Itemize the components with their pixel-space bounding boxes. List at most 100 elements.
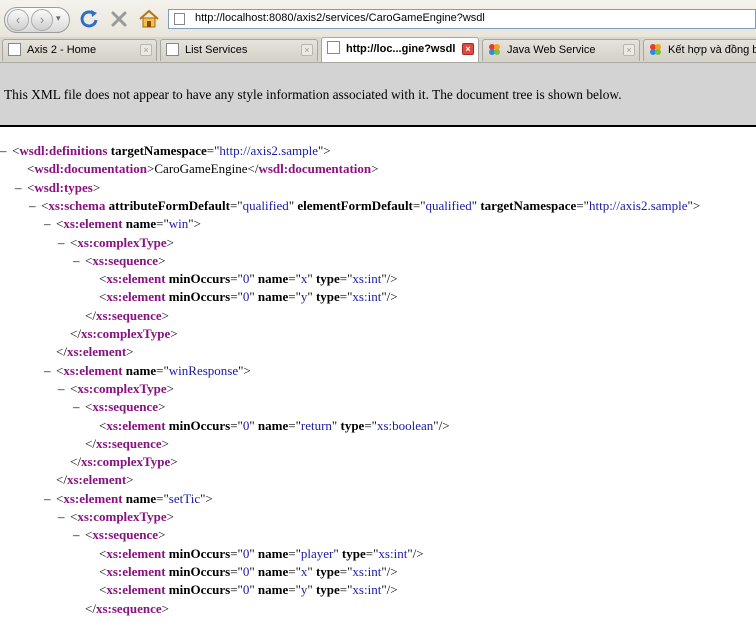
xml-tag-name: xs:complexType	[77, 235, 167, 250]
collapse-toggle[interactable]: –	[73, 398, 85, 416]
xml-punct: >	[161, 308, 170, 323]
xml-tag-name: xs:complexType	[77, 381, 167, 396]
stop-button[interactable]	[108, 8, 130, 30]
collapse-toggle[interactable]: –	[44, 490, 56, 508]
xml-attr-name: minOccurs	[168, 564, 231, 579]
xml-attr-value: xs:int	[352, 564, 382, 579]
xml-line: <xs:element minOccurs="0" name="return" …	[87, 417, 450, 435]
xml-tag-name: wsdl:types	[34, 180, 93, 195]
back-button[interactable]: ‹	[7, 9, 29, 31]
xml-attr-name: name	[125, 491, 157, 506]
close-tab-icon[interactable]: ×	[301, 44, 313, 56]
xml-punct: ="	[156, 491, 169, 506]
xml-attr-name: type	[315, 582, 340, 597]
xml-line: – <xs:complexType>	[58, 508, 174, 526]
collapse-toggle[interactable]: –	[73, 526, 85, 544]
tab-axis2-home[interactable]: Axis 2 - Home ×	[2, 39, 157, 61]
tab-label: List Services	[185, 44, 248, 56]
close-tab-icon[interactable]: ×	[140, 44, 152, 56]
xml-punct: ="	[230, 546, 243, 561]
xml-punct: ="	[412, 198, 426, 213]
xml-attr-value: return	[300, 418, 332, 433]
xml-punct: "	[249, 418, 258, 433]
back-forward-group: ‹ › ▾	[4, 7, 70, 33]
xml-line: <xs:element minOccurs="0" name="y" type=…	[87, 288, 398, 306]
xml-attr-value: xs:int	[378, 546, 408, 561]
xml-attr-value: xs:int	[352, 289, 382, 304]
forward-button[interactable]: ›	[31, 9, 53, 31]
xml-punct: ">	[238, 363, 251, 378]
url-text[interactable]: http://localhost:8080/axis2/services/Car…	[195, 12, 485, 24]
xml-line: – <xs:schema attributeFormDefault="qualif…	[29, 197, 700, 215]
collapse-toggle[interactable]: –	[58, 380, 70, 398]
xml-attr-name: minOccurs	[168, 271, 231, 286]
xml-attr-value: xs:int	[352, 582, 382, 597]
xml-attr-name: targetNamespace	[480, 198, 577, 213]
xml-line: <xs:element minOccurs="0" name="x" type=…	[87, 563, 398, 581]
collapse-toggle[interactable]: –	[58, 508, 70, 526]
xml-attr-name: type	[341, 546, 366, 561]
xml-punct: ="	[156, 363, 169, 378]
xml-attr-name: name	[257, 564, 289, 579]
collapse-toggle[interactable]: –	[73, 252, 85, 270]
xml-punct: "	[249, 582, 258, 597]
history-dropdown-button[interactable]: ▾	[56, 13, 61, 24]
tab-list-services[interactable]: List Services ×	[160, 39, 318, 61]
xml-punct: ="	[339, 582, 353, 597]
reload-button[interactable]	[78, 8, 100, 30]
xml-attr-name: name	[125, 363, 157, 378]
collapse-toggle[interactable]: –	[44, 362, 56, 380]
xml-punct: ="	[288, 271, 301, 286]
xml-line: <xs:element minOccurs="0" name="y" type=…	[87, 581, 398, 599]
xml-tag-name: xs:element	[106, 564, 166, 579]
xml-punct: >	[371, 161, 379, 176]
xml-line: – <xs:complexType>	[58, 234, 174, 252]
no-style-message: This XML file does not appear to have an…	[4, 87, 622, 102]
xml-tag-name: xs:sequence	[92, 253, 159, 268]
xml-punct: >	[166, 381, 174, 396]
xml-line: </xs:sequence>	[73, 435, 169, 453]
xml-punct: ="	[288, 546, 301, 561]
close-tab-icon[interactable]: ×	[462, 43, 474, 55]
tab-ket-hop[interactable]: Kết hợp và đồng bộ	[643, 39, 756, 61]
tab-java-web-service[interactable]: Java Web Service ×	[482, 39, 640, 61]
xml-tag-name: xs:element	[106, 289, 166, 304]
xml-punct: >	[158, 253, 166, 268]
xml-attr-name: name	[257, 546, 289, 561]
xml-attr-value: qualified	[425, 198, 472, 213]
xml-punct: "	[307, 564, 316, 579]
xml-tag-name: xs:element	[106, 418, 166, 433]
home-button[interactable]	[138, 8, 160, 30]
xml-punct: "	[249, 271, 258, 286]
xml-tag-name: xs:element	[106, 271, 166, 286]
xml-punct: ">	[200, 491, 213, 506]
reload-icon	[80, 10, 98, 28]
close-tab-icon[interactable]: ×	[623, 44, 635, 56]
collapse-toggle[interactable]: –	[44, 215, 56, 233]
xml-line: <xs:element minOccurs="0" name="x" type=…	[87, 270, 398, 288]
xml-tag-name: xs:complexType	[77, 509, 167, 524]
xml-punct: >	[161, 601, 170, 616]
collapse-toggle[interactable]: –	[29, 197, 41, 215]
xml-tag-name: xs:element	[66, 472, 127, 487]
xml-line: </xs:complexType>	[58, 453, 178, 471]
tab-strip: Axis 2 - Home × List Services × http://l…	[0, 37, 756, 63]
xml-punct: "	[307, 271, 316, 286]
collapse-toggle[interactable]: –	[58, 234, 70, 252]
xml-attr-name: type	[340, 418, 365, 433]
url-bar[interactable]: http://localhost:8080/axis2/services/Car…	[168, 9, 756, 29]
xml-tag-name: xs:complexType	[80, 326, 171, 341]
tab-wsdl-active[interactable]: http://loc...gine?wsdl ×	[321, 37, 479, 62]
xml-punct: "	[249, 564, 258, 579]
xml-attr-name: minOccurs	[168, 582, 231, 597]
xml-attr-name: type	[315, 564, 340, 579]
xml-punct: "/>	[381, 564, 398, 579]
collapse-toggle[interactable]: –	[15, 179, 27, 197]
xml-line: – <xs:complexType>	[58, 380, 174, 398]
collapse-toggle[interactable]: –	[0, 142, 12, 160]
xml-punct: >	[158, 527, 166, 542]
xml-punct: "	[249, 546, 258, 561]
xml-punct: "	[333, 546, 342, 561]
xml-punct: ="	[206, 143, 220, 158]
xml-attr-value: winResponse	[168, 363, 239, 378]
